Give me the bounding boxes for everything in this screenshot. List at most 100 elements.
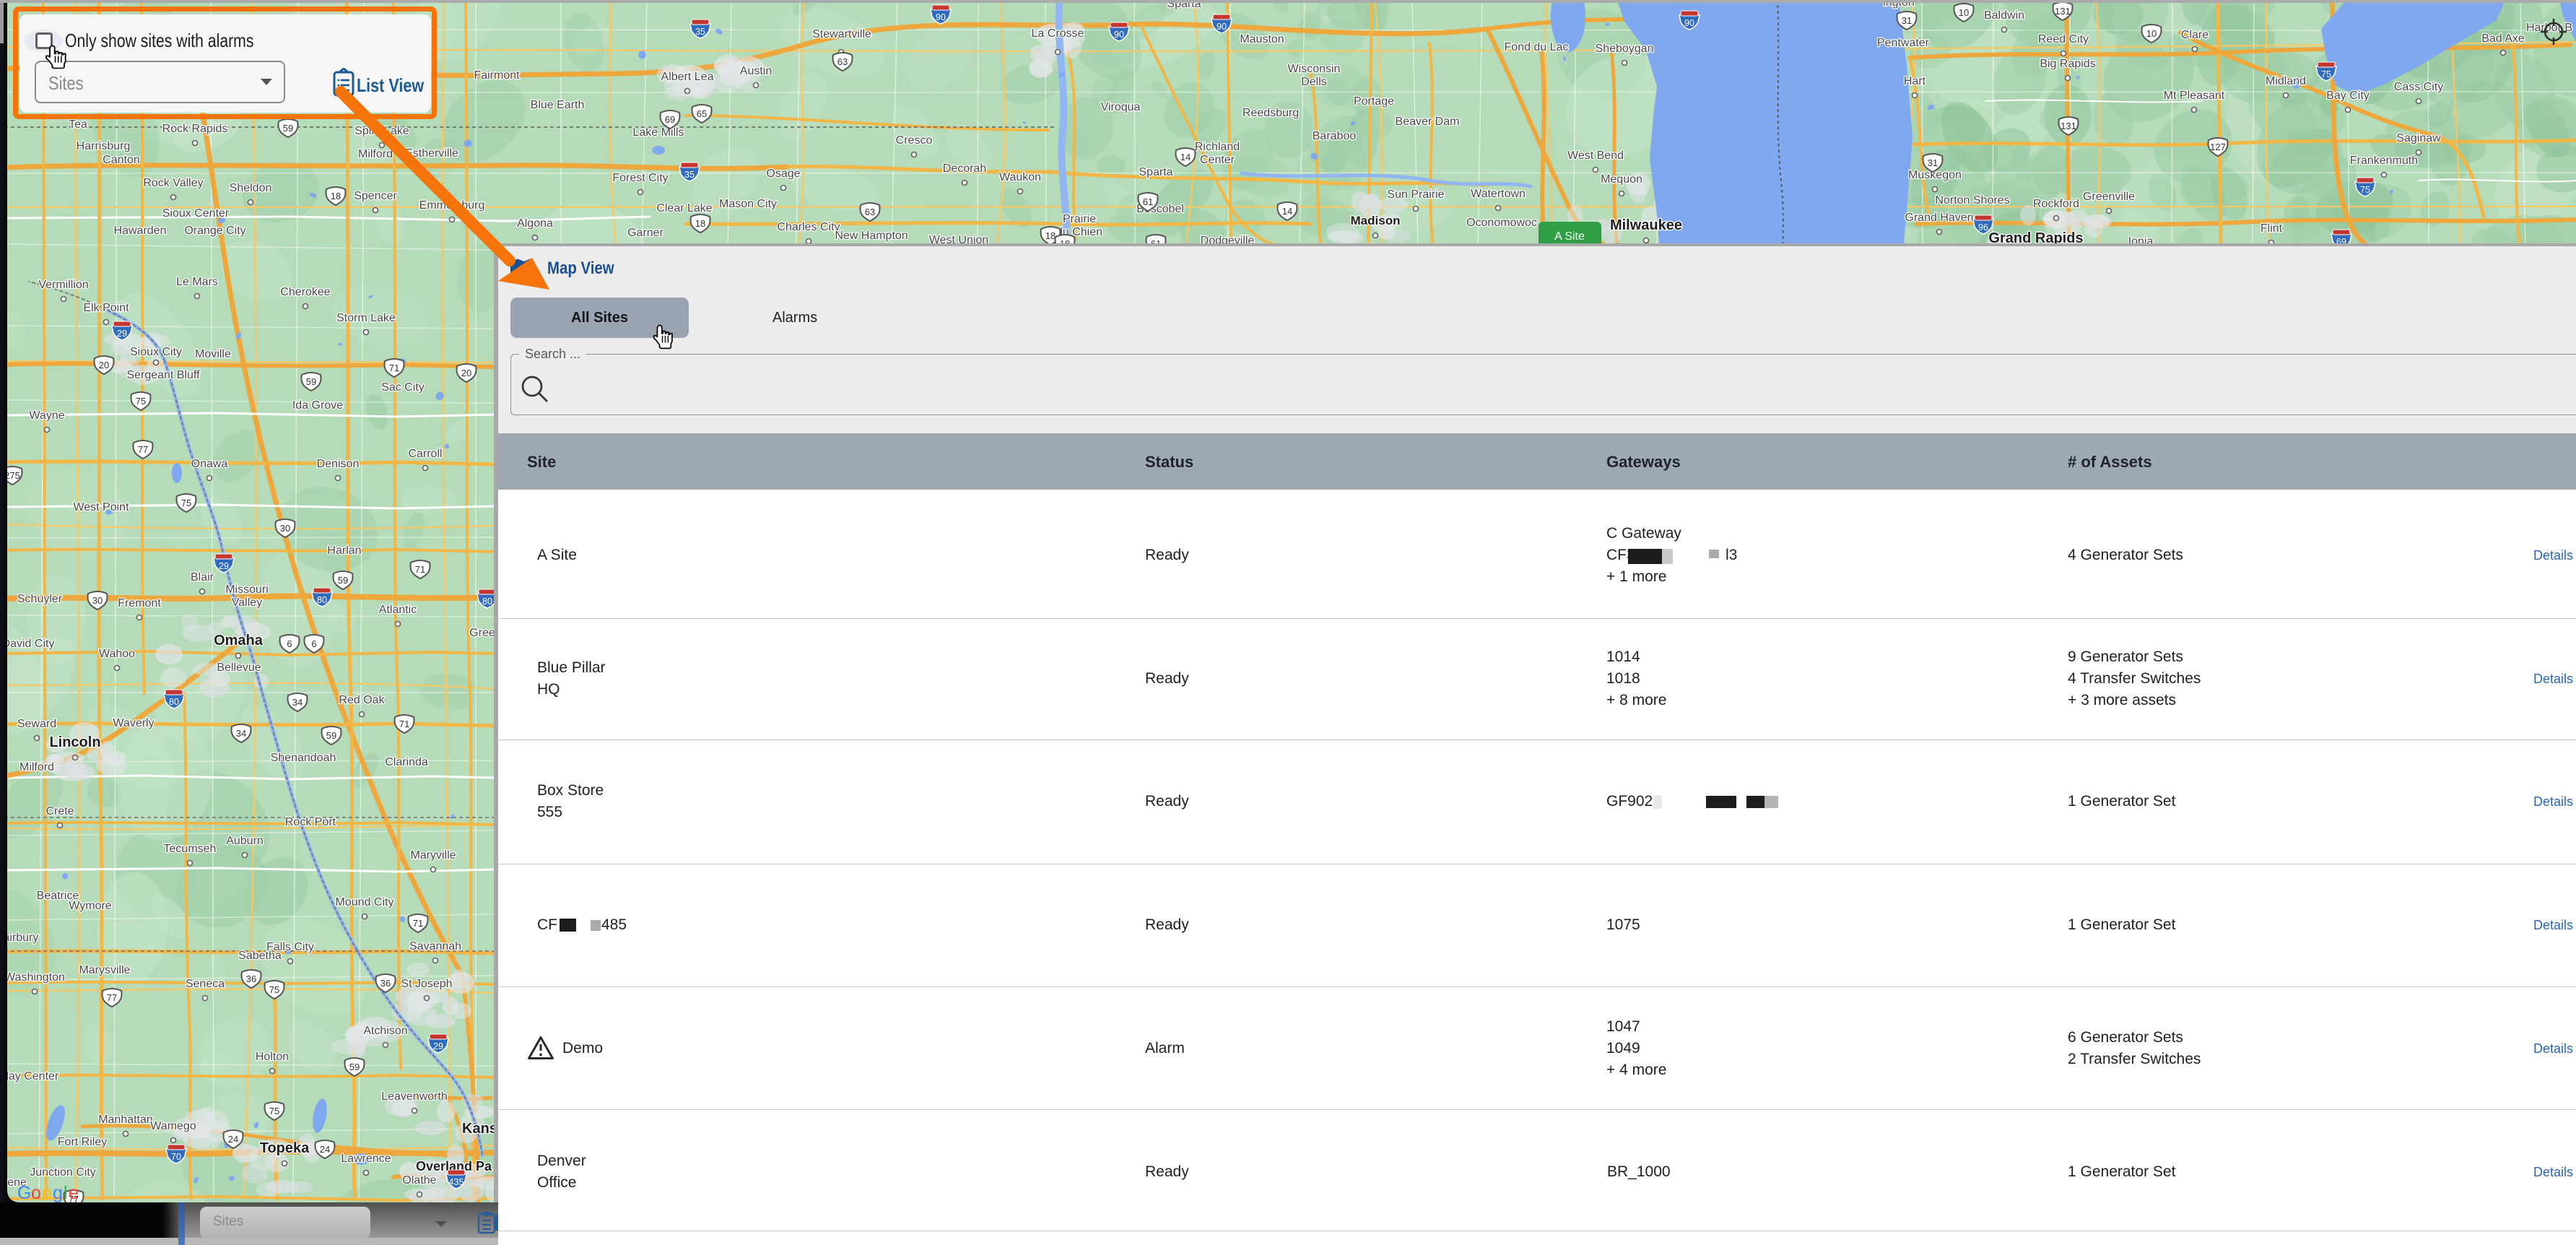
svg-text:36: 36 (246, 973, 256, 984)
svg-text:Fort Riley: Fort Riley (58, 1136, 107, 1148)
svg-text:Watertown: Watertown (1471, 188, 1526, 200)
svg-text:o: o (31, 1183, 40, 1202)
svg-text:71: 71 (415, 564, 425, 575)
svg-text:Harrisburg: Harrisburg (77, 140, 131, 152)
svg-text:Clare: Clare (2181, 29, 2209, 41)
svg-text:Vermillion: Vermillion (38, 279, 88, 291)
svg-text:Grand Haven: Grand Haven (1905, 212, 1973, 224)
svg-text:59: 59 (349, 1062, 360, 1072)
svg-text:34: 34 (236, 728, 246, 739)
svg-text:Shenandoah: Shenandoah (271, 752, 336, 764)
svg-text:Rock Port: Rock Port (285, 816, 336, 828)
svg-text:35: 35 (695, 27, 705, 37)
svg-text:77: 77 (138, 444, 148, 455)
svg-text:Lincoln: Lincoln (49, 734, 100, 750)
svg-text:Waukon: Waukon (999, 171, 1041, 183)
svg-text:6: 6 (311, 638, 316, 649)
svg-text:West Bend: West Bend (1567, 149, 1624, 162)
svg-text:Reedsburg: Reedsburg (1243, 107, 1299, 119)
svg-text:31: 31 (1928, 157, 1938, 168)
svg-text:Norton Shores: Norton Shores (1935, 194, 2009, 207)
svg-text:Mauston: Mauston (1240, 33, 1284, 45)
svg-text:20: 20 (461, 368, 471, 378)
svg-text:435: 435 (449, 1177, 464, 1187)
svg-text:Blair: Blair (191, 571, 214, 584)
svg-text:Carroll: Carroll (408, 448, 442, 460)
svg-text:10: 10 (2146, 28, 2157, 39)
svg-text:Baraboo: Baraboo (1313, 130, 1357, 142)
svg-text:Tecumseh: Tecumseh (164, 843, 217, 855)
svg-text:Washington: Washington (7, 971, 65, 984)
svg-text:63: 63 (837, 56, 848, 67)
svg-text:6: 6 (287, 638, 292, 649)
svg-text:90: 90 (1217, 22, 1227, 32)
svg-text:Manhattan: Manhattan (98, 1114, 153, 1126)
svg-text:Charles City: Charles City (777, 221, 840, 233)
svg-text:Topeka: Topeka (260, 1140, 310, 1156)
svg-text:Mason City: Mason City (719, 198, 777, 210)
svg-text:275: 275 (7, 470, 20, 481)
svg-text:Crete: Crete (45, 805, 74, 817)
svg-text:71: 71 (389, 363, 399, 373)
svg-text:Maryville: Maryville (410, 849, 456, 862)
svg-text:o: o (42, 1183, 51, 1202)
svg-text:34: 34 (292, 697, 303, 708)
svg-text:Auburn: Auburn (226, 835, 264, 847)
svg-text:Valley: Valley (232, 597, 262, 609)
svg-text:Red Oak: Red Oak (339, 694, 385, 706)
svg-text:24: 24 (228, 1134, 238, 1145)
svg-text:Milwaukee: Milwaukee (1610, 217, 1682, 233)
svg-text:29: 29 (433, 1041, 443, 1051)
svg-text:David City: David City (7, 638, 54, 650)
svg-text:75: 75 (2321, 69, 2331, 79)
svg-text:Seneca: Seneca (186, 978, 225, 990)
svg-text:Fremont: Fremont (118, 597, 161, 610)
svg-text:29: 29 (117, 329, 127, 339)
svg-text:Olathe: Olathe (402, 1174, 436, 1187)
svg-text:Bay City: Bay City (2326, 90, 2370, 102)
svg-text:Bad Axe: Bad Axe (2481, 32, 2525, 45)
svg-text:69: 69 (665, 114, 675, 125)
svg-text:Dells: Dells (1301, 76, 1327, 88)
svg-text:96: 96 (1978, 222, 1988, 233)
svg-text:59: 59 (306, 376, 316, 387)
svg-text:Sac City: Sac City (381, 381, 425, 394)
svg-text:Atlantic: Atlantic (379, 604, 417, 616)
svg-text:Clear Lake: Clear Lake (656, 202, 712, 214)
svg-text:Austin: Austin (740, 65, 772, 77)
svg-text:Rock Valley: Rock Valley (143, 177, 203, 189)
svg-text:Sparta: Sparta (1167, 3, 1201, 10)
svg-text:Wisconsin: Wisconsin (1288, 63, 1341, 75)
svg-text:18: 18 (695, 218, 705, 229)
svg-text:Wymore: Wymore (69, 900, 112, 912)
svg-text:Hawarden: Hawarden (114, 225, 167, 237)
svg-text:Decorah: Decorah (943, 162, 986, 175)
svg-text:Frankenmuth: Frankenmuth (2350, 155, 2418, 167)
svg-text:Junction City: Junction City (30, 1166, 96, 1179)
svg-text:36: 36 (380, 978, 391, 989)
svg-text:Stewartville: Stewartville (812, 28, 871, 40)
svg-text:e: e (69, 1183, 78, 1202)
svg-text:Missouri: Missouri (225, 584, 269, 596)
svg-text:Harlan: Harlan (327, 545, 361, 557)
svg-text:Seward: Seward (17, 718, 56, 730)
svg-text:Savannah: Savannah (409, 940, 461, 953)
svg-text:80: 80 (482, 597, 492, 607)
svg-text:10: 10 (1959, 7, 1969, 18)
svg-text:Fond du Lac: Fond du Lac (1505, 41, 1569, 53)
svg-text:Sabetha: Sabetha (238, 950, 282, 962)
svg-text:Oconomowoc: Oconomowoc (1466, 217, 1537, 229)
svg-text:Ida Grove: Ida Grove (292, 399, 343, 412)
svg-text:59: 59 (283, 123, 293, 134)
svg-text:131: 131 (2061, 121, 2076, 131)
svg-text:30: 30 (280, 523, 290, 534)
svg-text:90: 90 (1684, 18, 1694, 28)
svg-text:Mequon: Mequon (1601, 173, 1642, 186)
svg-text:18: 18 (1045, 230, 1056, 241)
svg-text:Elk Point: Elk Point (83, 302, 129, 314)
svg-text:West Point: West Point (73, 501, 129, 513)
svg-text:63: 63 (865, 207, 875, 217)
svg-text:Saginaw: Saginaw (2396, 132, 2441, 144)
svg-text:75: 75 (181, 498, 191, 508)
svg-text:New Hampton: New Hampton (835, 230, 908, 242)
